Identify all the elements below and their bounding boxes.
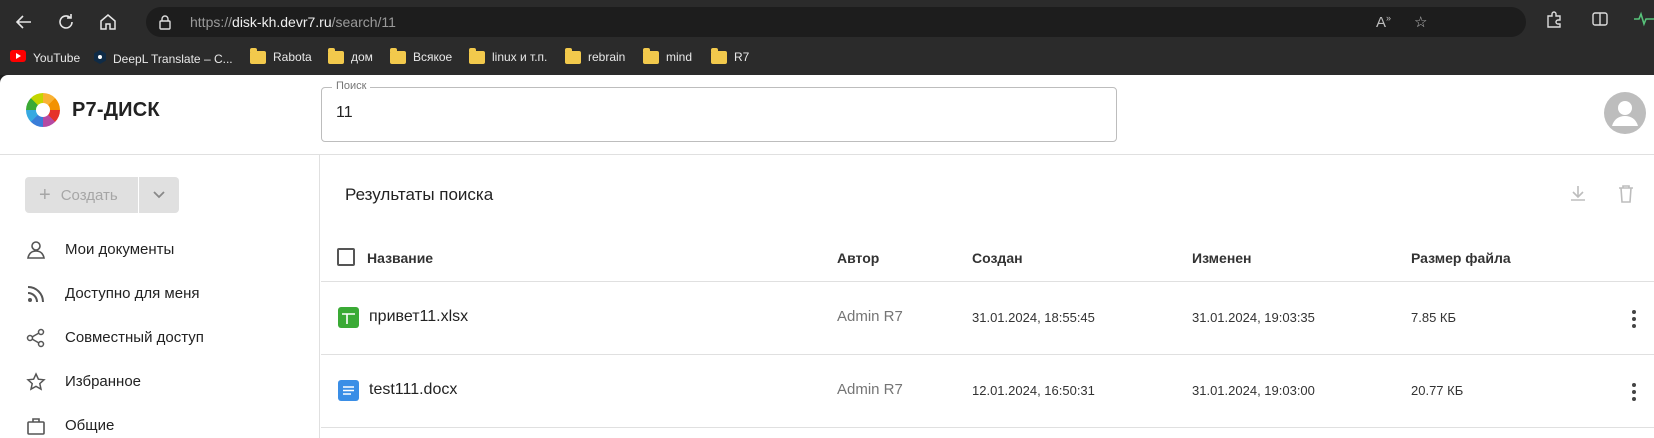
deepl-icon: [94, 50, 106, 67]
rss-icon: [26, 284, 46, 309]
folder-icon: [711, 47, 727, 64]
file-name[interactable]: привет11.xlsx: [369, 308, 468, 326]
bookmark-rebrain[interactable]: rebrain: [565, 47, 625, 64]
file-modified: 31.01.2024, 19:03:35: [1192, 310, 1315, 325]
address-url[interactable]: https://disk-kh.devr7.ru/search/11: [190, 14, 396, 30]
sidebar-item-favorites[interactable]: Избранное: [0, 362, 320, 402]
file-modified: 31.01.2024, 19:03:00: [1192, 383, 1315, 398]
column-name[interactable]: Название: [367, 250, 433, 266]
file-author: Admin R7: [837, 308, 903, 325]
column-author[interactable]: Автор: [837, 250, 879, 266]
search-field[interactable]: Поиск: [321, 80, 1117, 142]
table-row[interactable]: привет11.xlsx Admin R7 31.01.2024, 18:55…: [321, 283, 1654, 355]
spreadsheet-icon: [338, 307, 359, 328]
user-icon: [1612, 101, 1638, 126]
select-all-checkbox[interactable]: [337, 248, 355, 266]
home-icon[interactable]: [92, 7, 124, 37]
main-content: Результаты поиска Название Автор Создан …: [321, 155, 1654, 438]
more-vert-icon[interactable]: [1631, 309, 1637, 334]
folder-icon: [328, 47, 344, 64]
search-input[interactable]: [336, 104, 1036, 122]
document-icon: [338, 380, 359, 401]
brand-title[interactable]: Р7-ДИСК: [72, 99, 160, 122]
column-modified[interactable]: Изменен: [1192, 250, 1252, 266]
create-button[interactable]: + Создать: [25, 177, 138, 213]
folder-icon: [250, 47, 266, 64]
lock-icon[interactable]: [158, 14, 172, 35]
create-dropdown-button[interactable]: [139, 177, 179, 213]
read-aloud-icon[interactable]: A»: [1376, 13, 1391, 31]
logo-icon[interactable]: [26, 93, 60, 127]
delete-icon[interactable]: [1617, 184, 1635, 209]
folder-icon: [565, 47, 581, 64]
bookmark-r7[interactable]: R7: [711, 47, 749, 64]
address-bar[interactable]: https://disk-kh.devr7.ru/search/11 A» ☆: [146, 7, 1526, 37]
folder-icon: [390, 47, 406, 64]
page-title: Результаты поиска: [345, 185, 494, 204]
bookmark-dom[interactable]: дом: [328, 47, 373, 64]
app-header: Р7-ДИСК Поиск: [0, 75, 1654, 155]
browser-chrome: https://disk-kh.devr7.ru/search/11 A» ☆ …: [0, 0, 1654, 75]
more-vert-icon[interactable]: [1631, 382, 1637, 407]
share-icon: [26, 328, 46, 353]
table-header: Название Автор Создан Изменен Размер фай…: [321, 232, 1654, 282]
bookmark-vsyakoe[interactable]: Всякое: [390, 47, 452, 64]
bookmarks-bar: YouTube DeepL Translate – C... Rabota до…: [0, 44, 1654, 74]
sidebar-item-shared-access[interactable]: Совместный доступ: [0, 318, 320, 358]
sidebar: + Создать Мои документы Доступно для мен…: [0, 155, 320, 438]
folder-icon: [643, 47, 659, 64]
youtube-icon: [10, 50, 26, 65]
column-created[interactable]: Создан: [972, 250, 1023, 266]
table-row[interactable]: test111.docx Admin R7 12.01.2024, 16:50:…: [321, 356, 1654, 428]
extensions-icon[interactable]: [1545, 10, 1563, 33]
folder-icon: [469, 47, 485, 64]
file-created: 12.01.2024, 16:50:31: [972, 383, 1095, 398]
bookmark-deepl[interactable]: DeepL Translate – C...: [94, 50, 233, 67]
column-size[interactable]: Размер файла: [1411, 250, 1511, 266]
file-created: 31.01.2024, 18:55:45: [972, 310, 1095, 325]
download-icon[interactable]: [1569, 184, 1587, 207]
health-icon[interactable]: [1634, 10, 1654, 33]
browser-toolbar: https://disk-kh.devr7.ru/search/11 A» ☆: [0, 0, 1654, 44]
sidebar-item-my-documents[interactable]: Мои документы: [0, 230, 320, 270]
briefcase-icon: [26, 416, 46, 438]
file-size: 7.85 КБ: [1411, 310, 1457, 325]
split-screen-icon[interactable]: [1591, 10, 1609, 33]
avatar[interactable]: [1604, 92, 1646, 134]
bookmark-mind[interactable]: mind: [643, 47, 692, 64]
bookmark-youtube[interactable]: YouTube: [10, 50, 80, 65]
app-window: Р7-ДИСК Поиск + Создать Мои документы До…: [0, 75, 1654, 438]
search-label: Поиск: [332, 80, 371, 92]
bookmark-linux[interactable]: linux и т.п.: [469, 47, 547, 64]
file-author: Admin R7: [837, 381, 903, 398]
back-icon[interactable]: [8, 7, 40, 37]
chevron-down-icon: [153, 191, 165, 199]
reload-icon[interactable]: [50, 7, 82, 37]
plus-icon: +: [39, 183, 51, 206]
person-icon: [26, 240, 46, 265]
bookmark-rabota[interactable]: Rabota: [250, 47, 312, 64]
file-size: 20.77 КБ: [1411, 383, 1464, 398]
sidebar-item-common[interactable]: Общие: [0, 406, 320, 438]
star-icon: [26, 372, 46, 397]
favorite-star-icon[interactable]: ☆: [1414, 13, 1427, 31]
file-name[interactable]: test111.docx: [369, 381, 457, 399]
sidebar-item-shared-with-me[interactable]: Доступно для меня: [0, 274, 320, 314]
